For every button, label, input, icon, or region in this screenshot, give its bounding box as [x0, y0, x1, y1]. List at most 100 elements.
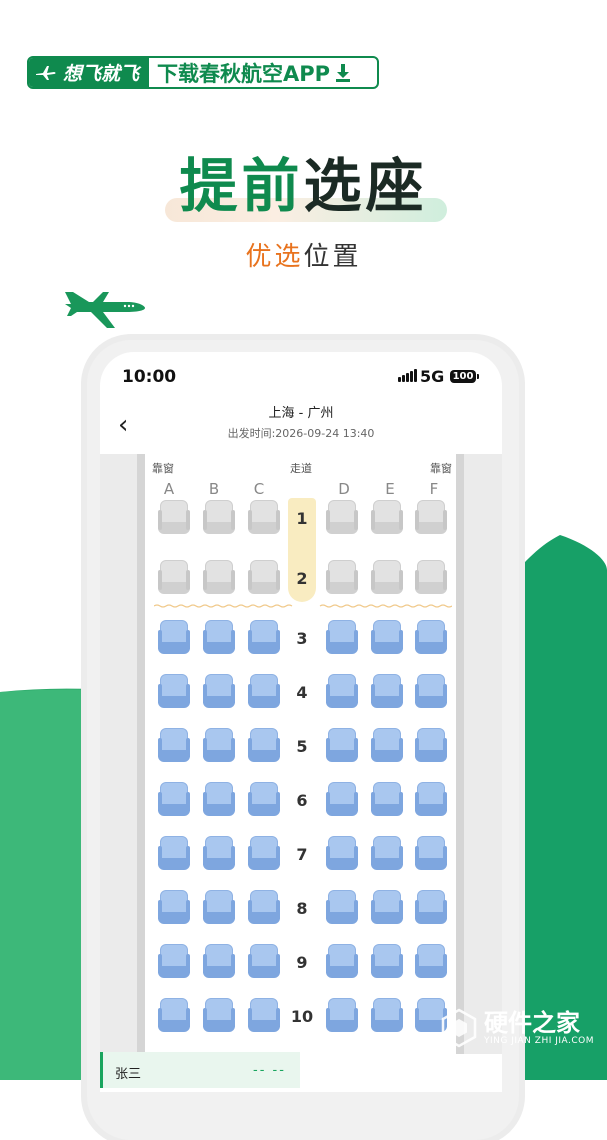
- brand-text: 想飞就飞: [63, 63, 140, 85]
- seat-7e[interactable]: [371, 836, 403, 872]
- subtitle-part-1: 优选: [245, 242, 304, 272]
- seat-7d[interactable]: [326, 836, 358, 872]
- passenger-seat: -- --: [253, 1063, 286, 1078]
- passenger-panel: 张三 -- --: [100, 1052, 300, 1092]
- seat-2d: [326, 560, 358, 596]
- title-part-1: 提前: [179, 152, 304, 220]
- seat-3d[interactable]: [326, 620, 358, 656]
- airplane-illustration-icon: [65, 292, 145, 328]
- row-number-5: 5: [296, 737, 308, 756]
- row-number-6: 6: [296, 791, 308, 810]
- seat-8f[interactable]: [415, 890, 447, 926]
- seat-10b[interactable]: [203, 998, 235, 1034]
- row-number-4: 4: [296, 683, 308, 702]
- seat-3b[interactable]: [203, 620, 235, 656]
- seat-9e[interactable]: [371, 944, 403, 980]
- column-label-c: C: [253, 480, 265, 498]
- departure-time: 出发时间:2026-09-24 13:40: [227, 427, 375, 440]
- row-number-1: 1: [296, 509, 308, 528]
- seat-9a[interactable]: [158, 944, 190, 980]
- seat-6b[interactable]: [203, 782, 235, 818]
- seat-9c[interactable]: [248, 944, 280, 980]
- aisle-label: 走道: [290, 462, 312, 475]
- seat-10c[interactable]: [248, 998, 280, 1034]
- seat-4c[interactable]: [248, 674, 280, 710]
- promo-text: 下载春秋航空APP: [157, 61, 331, 86]
- seat-7c[interactable]: [248, 836, 280, 872]
- seat-6d[interactable]: [326, 782, 358, 818]
- seat-2c: [248, 560, 280, 596]
- seat-6c[interactable]: [248, 782, 280, 818]
- watermark-title: 硬件之家: [484, 1009, 580, 1037]
- row-number-7: 7: [296, 845, 308, 864]
- row-number-10: 10: [290, 1007, 314, 1026]
- seat-1d: [326, 500, 358, 536]
- title-part-2: 选座: [303, 152, 428, 220]
- window-label-left: 靠窗: [152, 462, 174, 475]
- nav-bar: ‹ 上海 - 广州 出发时间:2026-09-24 13:40: [100, 396, 502, 452]
- signal-icon: [398, 368, 417, 382]
- brand-slogan: 想飞就飞: [29, 58, 150, 87]
- network-type: 5G: [420, 367, 445, 386]
- seat-5d[interactable]: [326, 728, 358, 764]
- seat-5c[interactable]: [248, 728, 280, 764]
- column-label-b: B: [208, 480, 220, 498]
- status-time: 10:00: [122, 367, 177, 387]
- phone-screen: 10:00 5G 100 ‹ 上海 - 广州 出发时间:2026-09-24 1…: [100, 352, 502, 1092]
- seat-4d[interactable]: [326, 674, 358, 710]
- passenger-name: 张三: [115, 1067, 142, 1082]
- promo-link[interactable]: 下载春秋航空APP: [149, 58, 352, 87]
- row-number-3: 3: [296, 629, 308, 648]
- seat-3e[interactable]: [371, 620, 403, 656]
- seat-9d[interactable]: [326, 944, 358, 980]
- seat-8e[interactable]: [371, 890, 403, 926]
- seat-5e[interactable]: [371, 728, 403, 764]
- seat-5b[interactable]: [203, 728, 235, 764]
- seat-7f[interactable]: [415, 836, 447, 872]
- seat-10d[interactable]: [326, 998, 358, 1034]
- seat-3c[interactable]: [248, 620, 280, 656]
- seat-6f[interactable]: [415, 782, 447, 818]
- seat-1e: [371, 500, 403, 536]
- seat-4b[interactable]: [203, 674, 235, 710]
- column-label-d: D: [338, 480, 350, 498]
- download-app-banner[interactable]: 想飞就飞 下载春秋航空APP: [27, 56, 379, 89]
- seat-7b[interactable]: [203, 836, 235, 872]
- passenger-tab[interactable]: 张三 -- --: [100, 1052, 300, 1088]
- seat-5a[interactable]: [158, 728, 190, 764]
- seat-9b[interactable]: [203, 944, 235, 980]
- seat-8d[interactable]: [326, 890, 358, 926]
- seat-4a[interactable]: [158, 674, 190, 710]
- seat-9f[interactable]: [415, 944, 447, 980]
- subtitle-part-2: 位置: [303, 242, 362, 272]
- seat-10a[interactable]: [158, 998, 190, 1034]
- seat-7a[interactable]: [158, 836, 190, 872]
- seat-6a[interactable]: [158, 782, 190, 818]
- seat-3a[interactable]: [158, 620, 190, 656]
- seat-6e[interactable]: [371, 782, 403, 818]
- seat-2f: [415, 560, 447, 596]
- seat-2b: [203, 560, 235, 596]
- column-label-e: E: [385, 480, 395, 498]
- seat-1b: [203, 500, 235, 536]
- page-subtitle: 优选位置: [0, 236, 607, 273]
- watermark-subtitle: YING JIAN ZHI JIA.COM: [484, 1036, 595, 1046]
- seat-1f: [415, 500, 447, 536]
- seat-10e[interactable]: [371, 998, 403, 1034]
- seat-8b[interactable]: [203, 890, 235, 926]
- seat-map: 靠窗 走道 靠窗 A B C D E F 1 2 3 4 5 6 7 8 9 10: [100, 454, 502, 1054]
- column-label-a: A: [163, 480, 175, 498]
- row-number-8: 8: [296, 899, 308, 918]
- watermark: 硬件之家 YING JIAN ZHI JIA.COM: [440, 1008, 594, 1048]
- battery-icon: 100: [450, 370, 479, 383]
- seat-8c[interactable]: [248, 890, 280, 926]
- seat-1a: [158, 500, 190, 536]
- seat-3f[interactable]: [415, 620, 447, 656]
- seat-8a[interactable]: [158, 890, 190, 926]
- seat-4e[interactable]: [371, 674, 403, 710]
- seat-5f[interactable]: [415, 728, 447, 764]
- row-number-9: 9: [296, 953, 308, 972]
- seat-4f[interactable]: [415, 674, 447, 710]
- section-divider: [154, 604, 452, 608]
- seat-1c: [248, 500, 280, 536]
